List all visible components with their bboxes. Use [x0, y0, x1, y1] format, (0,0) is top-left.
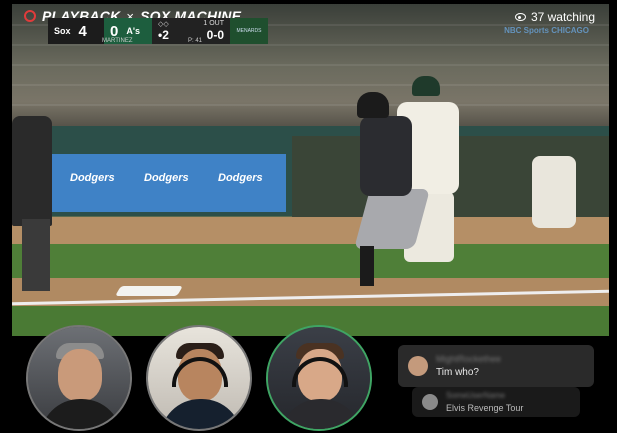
chat-text: Elvis Revenge Tour: [446, 403, 524, 413]
chat-message: MightRockethee Tim who?: [398, 345, 594, 387]
first-base: [115, 286, 183, 296]
runner-sock: [360, 246, 374, 286]
outs-label: 1 OUT: [203, 20, 224, 27]
home-team-logo: A's: [126, 26, 140, 36]
eye-icon: [514, 13, 526, 21]
infield-dirt: [12, 217, 609, 247]
banner-text: Dodgers: [70, 172, 115, 184]
bases-icon: ◇◇: [158, 21, 169, 28]
chat-text: Tim who?: [436, 367, 479, 378]
banner-text: Dodgers: [218, 172, 263, 184]
away-team-logo: Sox: [54, 26, 71, 36]
participant-video-2[interactable]: [146, 325, 252, 431]
chat-username: MightRockethee: [436, 354, 502, 364]
runner-helmet: [357, 92, 389, 118]
participant-face: [58, 349, 102, 401]
pitch-count: P: 41: [187, 38, 202, 44]
home-score: 0: [110, 22, 119, 40]
app-frame: Dodgers Dodgers Dodgers PLAYBACK × SOX M…: [0, 0, 617, 433]
participant-video-1[interactable]: [26, 325, 132, 431]
network-logo: NBC Sports CHICAGO: [504, 26, 589, 35]
watching-count: 37 watching: [530, 10, 595, 24]
away-score: 4: [78, 22, 87, 40]
banner-text: Dodgers: [144, 172, 189, 184]
umpire: [12, 116, 52, 226]
playback-logo-icon: [24, 10, 36, 22]
runner: [360, 116, 412, 196]
bench-player: [532, 156, 576, 228]
participant-video-3[interactable]: [266, 325, 372, 431]
viewer-count: 37 watching: [514, 10, 595, 24]
sponsor-logo: MENARDS: [230, 18, 268, 44]
chat-message: SomeUserName Elvis Revenge Tour: [412, 387, 580, 417]
ad-banner: Dodgers Dodgers Dodgers: [46, 154, 286, 212]
umpire-legs: [22, 219, 50, 291]
pitcher-name: MARTINEZ: [102, 38, 133, 44]
field-grass: [12, 244, 609, 282]
video-player[interactable]: Dodgers Dodgers Dodgers: [12, 4, 609, 336]
chat-username: SomeUserName: [446, 391, 506, 400]
avatar: [408, 356, 428, 376]
fielder-cap: [412, 76, 440, 96]
avatar: [422, 394, 438, 410]
pitcher-info: MARTINEZ P: 41: [48, 38, 216, 46]
